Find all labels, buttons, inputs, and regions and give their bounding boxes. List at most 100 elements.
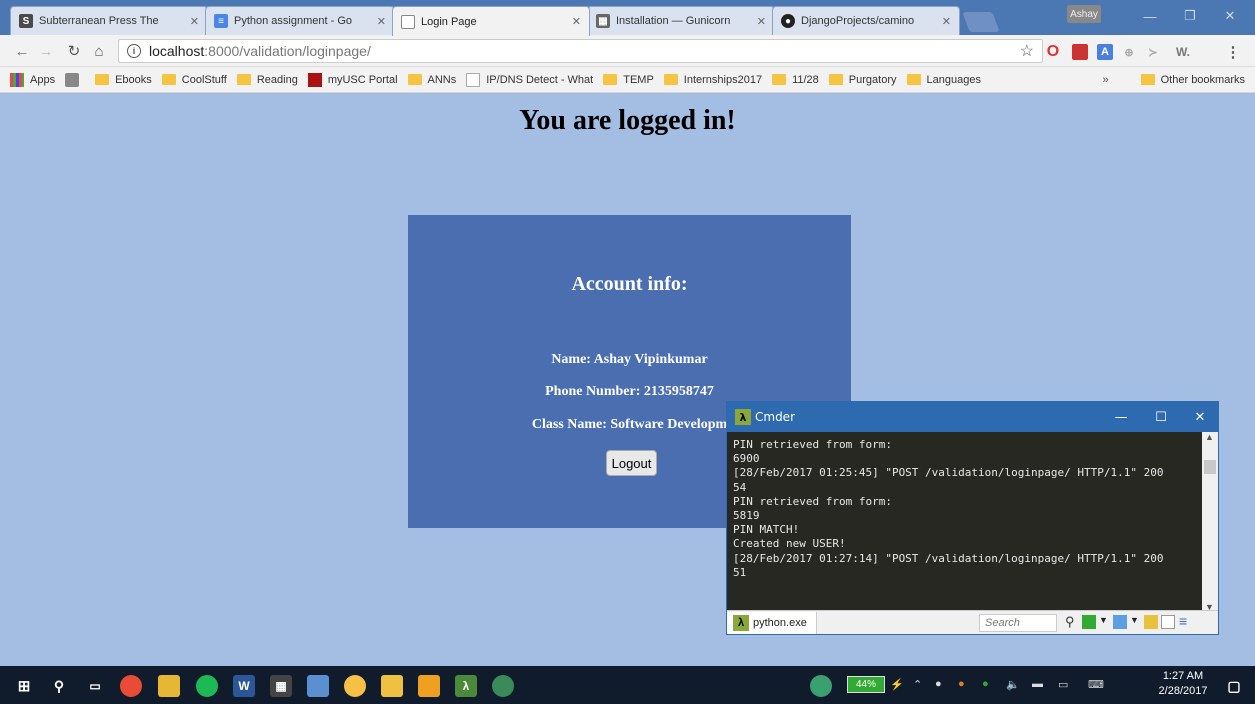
share-icon[interactable]: ≻	[1145, 44, 1161, 60]
taskbar-clock[interactable]: 1:27 AM 2/28/2017	[1148, 669, 1218, 699]
scrollbar-thumb[interactable]	[1204, 460, 1216, 474]
battery-indicator[interactable]: 44%	[847, 676, 885, 693]
bookmark-ebooks[interactable]: Ebooks	[95, 74, 152, 86]
menu-icon[interactable]: ≡	[1179, 613, 1187, 629]
spotify-icon[interactable]	[196, 675, 218, 697]
tray-app-icon[interactable]: ●	[935, 678, 942, 690]
bookmark-coolstuff[interactable]: CoolStuff	[161, 74, 227, 86]
cmder-status-bar: λ python.exe Search ⚲ ▼ ▼ ≡	[727, 610, 1218, 634]
app-tree-icon[interactable]	[492, 675, 514, 697]
console-scrollbar[interactable]: ▲ ▼	[1202, 432, 1218, 612]
tab-github-djangoprojects[interactable]: ● DjangoProjects/camino ✕	[772, 6, 960, 35]
tab-label: Installation — Gunicorn	[616, 15, 731, 27]
close-icon[interactable]: ✕	[1182, 402, 1218, 432]
volume-icon[interactable]: 🔈	[1006, 678, 1020, 691]
split-view-icon[interactable]	[1113, 615, 1127, 629]
action-center-icon[interactable]: ▢	[1223, 675, 1245, 697]
restore-icon[interactable]: ❐	[1172, 5, 1208, 27]
new-console-icon[interactable]	[1082, 615, 1096, 629]
bookmarks-overflow-button[interactable]: »	[1103, 74, 1109, 86]
globe-icon[interactable]: ⊕	[1121, 44, 1137, 60]
close-icon[interactable]: ✕	[377, 15, 386, 28]
task-view-icon[interactable]: ▭	[84, 675, 106, 697]
app-icon[interactable]	[307, 675, 329, 697]
eclipse-icon[interactable]	[344, 675, 366, 697]
pocket-icon[interactable]	[1072, 44, 1088, 60]
minimize-icon[interactable]: —	[1132, 5, 1168, 27]
word-icon[interactable]: W	[233, 675, 255, 697]
profile-button[interactable]: Ashay	[1067, 5, 1101, 23]
console-output[interactable]: PIN retrieved from form: 6900 [28/Feb/2017…	[727, 432, 1203, 612]
close-icon[interactable]: ✕	[942, 15, 951, 28]
tray-app-icon[interactable]: ●	[958, 678, 965, 690]
search-icon[interactable]: ⚲	[1065, 614, 1075, 630]
back-arrow-icon[interactable]: ←	[12, 41, 32, 61]
bookmark-star-icon[interactable]: ☆	[1020, 41, 1034, 61]
bookmark-ip-dns-detect[interactable]: IP/DNS Detect - What	[466, 72, 593, 87]
minimize-icon[interactable]: —	[1103, 402, 1139, 432]
dropdown-icon[interactable]: ▼	[1130, 615, 1139, 625]
tab-login-page[interactable]: Login Page ✕	[392, 6, 590, 36]
search-icon[interactable]: ⚲	[48, 675, 70, 697]
lambda-icon: λ	[735, 409, 751, 425]
bookmark-languages[interactable]: Languages	[906, 74, 981, 86]
dropdown-icon[interactable]: ▼	[1099, 615, 1108, 625]
folder-icon	[828, 74, 843, 85]
close-icon[interactable]: ✕	[757, 15, 766, 28]
address-bar[interactable]: i localhost:8000/validation/loginpage/ ☆	[118, 39, 1043, 63]
tray-app-icon[interactable]: ●	[982, 678, 989, 690]
activity-icon[interactable]	[810, 675, 832, 697]
bookmark-user-icon[interactable]	[65, 72, 85, 87]
tab-subterranean-press[interactable]: S Subterranean Press The ✕	[10, 6, 208, 35]
home-icon[interactable]: ⌂	[89, 41, 109, 61]
bookmark-anns[interactable]: ANNs	[407, 74, 456, 86]
bookmark-myusc-portal[interactable]: myUSC Portal	[307, 72, 398, 87]
calculator-icon[interactable]: ▦	[270, 675, 292, 697]
bookmark-11-28[interactable]: 11/28	[772, 74, 819, 86]
keyboard-icon[interactable]: ⌨	[1088, 678, 1104, 691]
docs-icon: ≡	[214, 14, 228, 28]
bookmark-other-bookmarks[interactable]: Other bookmarks	[1140, 74, 1245, 86]
console-line: PIN retrieved from form:	[733, 438, 892, 451]
cmder-taskbar-icon[interactable]: λ	[455, 675, 477, 697]
bookmark-apps[interactable]: Apps	[10, 72, 56, 87]
scroll-up-icon[interactable]: ▲	[1205, 432, 1214, 442]
w-extension-icon[interactable]: W.	[1170, 44, 1196, 60]
logout-button[interactable]: Logout	[606, 450, 657, 476]
console-tab-python[interactable]: λ python.exe	[727, 611, 817, 634]
console-line: PIN MATCH!	[733, 523, 800, 537]
bookmark-purgatory[interactable]: Purgatory	[828, 74, 897, 86]
chat-icon[interactable]: ▭	[1058, 678, 1068, 691]
windows-start-icon[interactable]: ⊞	[13, 675, 35, 697]
translate-icon[interactable]: A	[1097, 44, 1113, 60]
bookmark-internships2017[interactable]: Internships2017	[663, 74, 762, 86]
sticky-app-icon[interactable]	[158, 675, 180, 697]
menu-dots-icon[interactable]: ⋮	[1225, 44, 1241, 61]
console-search-input[interactable]: Search	[979, 614, 1057, 632]
opera-icon[interactable]: O	[1045, 43, 1061, 60]
info-icon[interactable]: i	[127, 44, 141, 58]
forward-arrow-icon[interactable]: →	[36, 41, 56, 61]
bookmark-reading[interactable]: Reading	[236, 74, 298, 86]
bookmark-label: Apps	[30, 73, 56, 86]
cmder-title-bar[interactable]: λ Cmder — ☐ ✕	[727, 402, 1218, 432]
notes-icon[interactable]	[418, 675, 440, 697]
cmder-window[interactable]: λ Cmder — ☐ ✕ PIN retrieved from form: 69…	[726, 401, 1219, 635]
close-icon[interactable]: ✕	[572, 15, 581, 28]
chrome-icon[interactable]	[120, 675, 142, 697]
network-icon[interactable]: ▬	[1032, 678, 1043, 690]
chevron-up-icon[interactable]: ⌃	[913, 678, 922, 691]
maximize-icon[interactable]: ☐	[1143, 402, 1179, 432]
tab-gunicorn-installation[interactable]: ▦ Installation — Gunicorn ✕	[587, 6, 775, 35]
new-tab-button[interactable]	[962, 12, 1000, 32]
lock-icon[interactable]	[1144, 615, 1158, 629]
bookmark-temp[interactable]: TEMP	[603, 74, 654, 86]
window-icon[interactable]	[1161, 615, 1175, 629]
tab-python-assignment[interactable]: ≡ Python assignment - Go ✕	[205, 6, 395, 35]
close-window-icon[interactable]: ✕	[1212, 5, 1248, 27]
console-line: [28/Feb/2017 01:25:45] "POST /validation…	[733, 466, 1164, 480]
cmder-title: Cmder	[755, 410, 796, 424]
file-explorer-icon[interactable]	[381, 675, 403, 697]
close-icon[interactable]: ✕	[190, 15, 199, 28]
reload-icon[interactable]: ↻	[64, 41, 84, 61]
